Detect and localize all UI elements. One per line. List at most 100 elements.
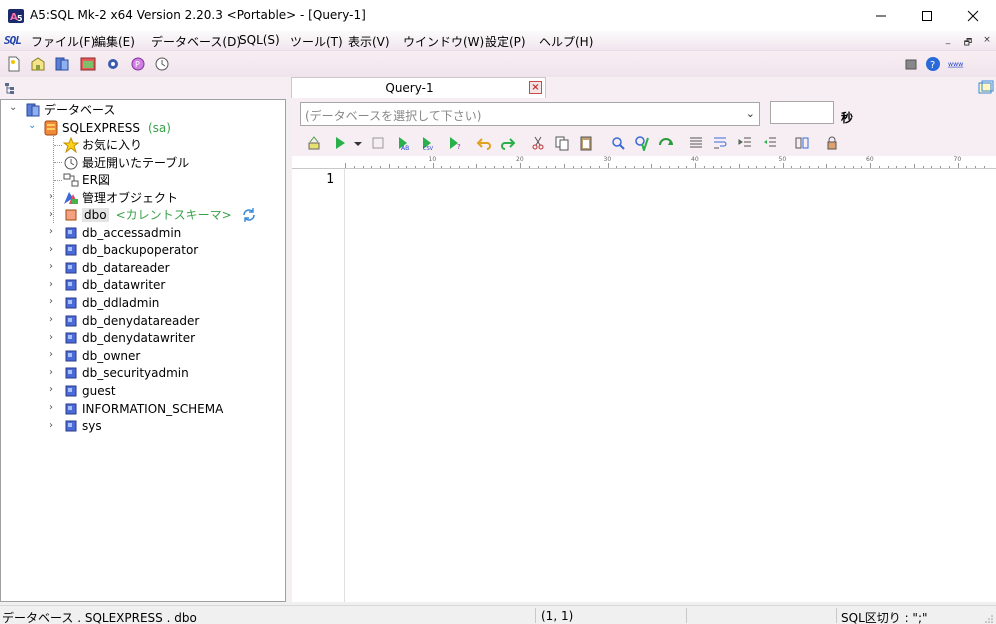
menu-window[interactable]: ウインドウ(W) xyxy=(403,33,484,50)
expand-schema-icon[interactable]: › xyxy=(49,314,53,325)
expand-admin-icon[interactable]: › xyxy=(49,191,53,202)
tree-item-schema[interactable]: guest xyxy=(63,382,116,399)
indent-icon[interactable] xyxy=(737,135,753,151)
expand-schema-icon[interactable]: › xyxy=(49,279,53,290)
web-icon[interactable]: www xyxy=(948,56,964,72)
explain-icon[interactable]: ? xyxy=(447,135,463,151)
align-icon[interactable] xyxy=(688,135,704,151)
menu-file[interactable]: ファイル(F) xyxy=(31,33,95,50)
find-next-icon[interactable] xyxy=(658,135,674,151)
tree-item-recent[interactable]: 最近開いたテーブル xyxy=(63,154,189,171)
tree-item-schema[interactable]: db_denydatawriter xyxy=(63,330,195,347)
expand-schema-icon[interactable]: › xyxy=(49,296,53,307)
cut-icon[interactable] xyxy=(530,135,546,151)
run-dropdown-icon[interactable] xyxy=(350,135,366,151)
database-select[interactable]: (データベースを選択して下さい) ⌄ xyxy=(300,102,760,126)
ruler-tick xyxy=(493,166,495,168)
tab-list-icon[interactable] xyxy=(978,80,994,96)
database-icon[interactable] xyxy=(54,56,70,72)
tree-item-database-root[interactable]: データベース xyxy=(25,101,115,118)
expand-schema-icon[interactable]: › xyxy=(49,367,53,378)
ruler-tick xyxy=(660,166,661,168)
search-icon[interactable] xyxy=(610,135,626,151)
ruler-tick xyxy=(546,166,548,168)
tree-item-schema[interactable]: db_datawriter xyxy=(63,277,165,294)
expand-schema-icon[interactable]: › xyxy=(49,402,53,413)
menu-edit[interactable]: 編集(E) xyxy=(94,33,135,50)
menu-tools[interactable]: ツール(T) xyxy=(290,33,343,50)
menu-view[interactable]: 表示(V) xyxy=(348,33,390,50)
menu-database[interactable]: データベース(D) xyxy=(151,33,241,50)
redo-icon[interactable] xyxy=(500,135,516,151)
menu-help[interactable]: ヘルプ(H) xyxy=(539,33,593,50)
tree-item-schema[interactable]: db_datareader xyxy=(63,259,170,276)
resize-grip-icon[interactable] xyxy=(984,614,994,624)
ruler-tick xyxy=(563,164,565,168)
tree-item-label: dbo xyxy=(82,207,109,222)
tree-item-dbo[interactable]: dbo <カレントスキーマ> xyxy=(63,206,257,223)
run-icon[interactable] xyxy=(332,135,348,151)
menu-settings[interactable]: 設定(P) xyxy=(485,33,526,50)
tree-item-schema[interactable]: db_accessadmin xyxy=(63,224,181,241)
tree-item-schema[interactable]: db_owner xyxy=(63,347,140,364)
run-csv-icon[interactable]: CSV xyxy=(420,135,436,151)
split-icon[interactable] xyxy=(794,135,810,151)
tree-item-admin[interactable]: 管理オブジェクト xyxy=(63,189,178,206)
refresh-icon[interactable] xyxy=(241,207,257,223)
tree-item-server[interactable]: SQLEXPRESS (sa) xyxy=(43,119,171,136)
lock-icon[interactable] xyxy=(824,135,840,151)
tree-item-favorites[interactable]: お気に入り xyxy=(63,136,142,153)
help-icon[interactable]: ? xyxy=(925,56,941,72)
tree-item-schema[interactable]: db_backupoperator xyxy=(63,242,198,259)
clock-icon[interactable] xyxy=(154,56,170,72)
expand-root-icon[interactable]: ⌄ xyxy=(9,102,17,113)
plugin-icon[interactable]: P xyxy=(130,56,146,72)
app-window: A 5 A5:SQL Mk-2 x64 Version 2.20.3 <Port… xyxy=(0,0,996,624)
tree-item-label: db_securityadmin xyxy=(82,366,189,381)
mdi-close-button[interactable]: × xyxy=(979,35,995,48)
close-button[interactable] xyxy=(950,0,996,31)
open-database-icon[interactable] xyxy=(30,56,46,72)
maximize-button[interactable] xyxy=(904,0,950,31)
run-ab-icon[interactable]: AB xyxy=(396,135,412,151)
expand-schema-icon[interactable]: › xyxy=(49,384,53,395)
expand-schema-icon[interactable]: › xyxy=(49,349,53,360)
replace-icon[interactable] xyxy=(634,135,650,151)
ruler-tick xyxy=(703,166,705,168)
tree-item-schema[interactable]: db_securityadmin xyxy=(63,365,189,382)
gear-icon[interactable] xyxy=(105,56,121,72)
ruler-number: 30 xyxy=(603,156,612,163)
expand-schema-icon[interactable]: › xyxy=(49,420,53,431)
new-file-icon[interactable] xyxy=(6,56,22,72)
tree-item-schema[interactable]: INFORMATION_SCHEMA xyxy=(63,400,223,417)
tree-item-schema[interactable]: db_ddladmin xyxy=(63,294,159,311)
tree-view-icon[interactable] xyxy=(5,82,17,94)
window-icon[interactable] xyxy=(903,56,919,72)
ruler-tick xyxy=(511,166,513,168)
menu-sql[interactable]: SQL(S) xyxy=(239,33,280,47)
sql-editor[interactable]: 1 xyxy=(292,169,996,602)
expand-dbo-icon[interactable]: › xyxy=(49,209,53,220)
tree-item-schema[interactable]: sys xyxy=(63,418,102,435)
expand-schema-icon[interactable]: › xyxy=(49,244,53,255)
tree-item-er[interactable]: ER図 xyxy=(63,171,110,188)
wrap-icon[interactable] xyxy=(712,135,728,151)
mdi-minimize-button[interactable]: _ xyxy=(940,35,956,48)
tab-query-1[interactable]: Query-1 × xyxy=(291,77,546,98)
paste-icon[interactable] xyxy=(578,135,594,151)
expand-server-icon[interactable]: ⌄ xyxy=(28,120,36,131)
tab-close-icon[interactable]: × xyxy=(529,81,542,94)
expand-schema-icon[interactable]: › xyxy=(49,226,53,237)
timeout-seconds-input[interactable] xyxy=(770,101,834,124)
expand-schema-icon[interactable]: › xyxy=(49,332,53,343)
expand-schema-icon[interactable]: › xyxy=(49,261,53,272)
format-icon[interactable] xyxy=(306,135,322,151)
minimize-button[interactable] xyxy=(858,0,904,31)
undo-icon[interactable] xyxy=(476,135,492,151)
outdent-icon[interactable] xyxy=(762,135,778,151)
copy-icon[interactable] xyxy=(554,135,570,151)
stop-icon[interactable] xyxy=(370,135,386,151)
table-icon[interactable] xyxy=(80,56,96,72)
mdi-restore-button[interactable]: 🗗 xyxy=(960,35,976,48)
tree-item-schema[interactable]: db_denydatareader xyxy=(63,312,199,329)
